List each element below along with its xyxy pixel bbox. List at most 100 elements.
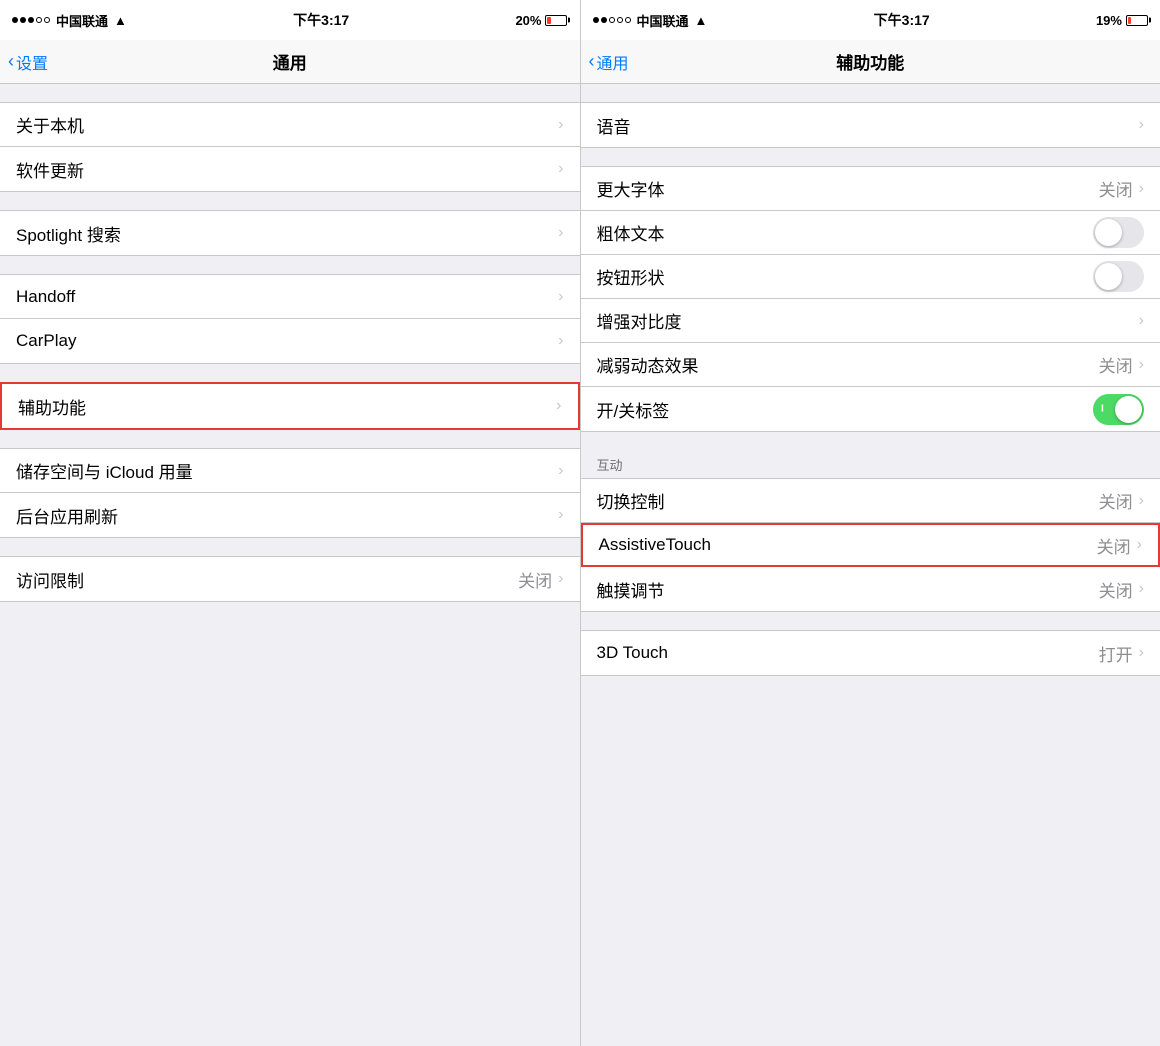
- left-nav-title: 通用: [273, 49, 307, 74]
- toggle-knob: [1095, 219, 1122, 246]
- 3d-touch-value: 打开: [1099, 641, 1133, 666]
- right-panel: 中国联通 ▲ 下午3:17 19% ‹ 通用 辅助功能 语音 ›: [581, 0, 1160, 1046]
- item-reduce-motion[interactable]: 减弱动态效果 关闭 ›: [581, 343, 1160, 387]
- section-display: 更大字体 关闭 › 粗体文本 按钮形状 增强对比度 ›: [581, 166, 1160, 432]
- larger-text-value: 关闭: [1099, 176, 1133, 201]
- item-carplay[interactable]: CarPlay ›: [0, 319, 580, 363]
- wifi-icon: ▲: [695, 13, 708, 28]
- item-spotlight[interactable]: Spotlight 搜索 ›: [0, 211, 580, 255]
- restrictions-label: 访问限制: [16, 567, 84, 592]
- larger-text-label: 更大字体: [597, 176, 665, 201]
- button-shapes-toggle[interactable]: [1093, 261, 1144, 292]
- section-handoff: Handoff › CarPlay ›: [0, 274, 580, 364]
- battery-pct-label: 20%: [515, 13, 541, 28]
- chevron-icon: ›: [558, 160, 563, 178]
- chevron-icon: ›: [1139, 492, 1144, 510]
- carplay-label: CarPlay: [16, 331, 76, 351]
- item-software-update[interactable]: 软件更新 ›: [0, 147, 580, 191]
- item-accessibility[interactable]: 辅助功能 ›: [2, 384, 578, 428]
- touch-accommodations-label: 触摸调节: [597, 577, 665, 602]
- item-touch-accommodations[interactable]: 触摸调节 关闭 ›: [581, 567, 1160, 611]
- left-back-button[interactable]: ‹ 设置: [8, 50, 48, 74]
- left-time: 下午3:17: [293, 10, 349, 30]
- chevron-icon: ›: [558, 288, 563, 306]
- left-status-right: 20%: [515, 13, 567, 28]
- item-restrictions[interactable]: 访问限制 关闭 ›: [0, 557, 580, 601]
- item-voice[interactable]: 语音 ›: [581, 103, 1160, 147]
- gap2: [0, 192, 580, 210]
- assistive-touch-label: AssistiveTouch: [599, 535, 711, 555]
- on-off-labels-toggle[interactable]: I: [1093, 394, 1144, 425]
- item-on-off-labels[interactable]: 开/关标签 I: [581, 387, 1160, 431]
- right-status-right: 19%: [1096, 13, 1148, 28]
- section-3dtouch: 3D Touch 打开 ›: [581, 630, 1160, 676]
- toggle-knob: [1095, 263, 1122, 290]
- carrier-label: 中国联通: [56, 11, 108, 30]
- section-voice: 语音 ›: [581, 102, 1160, 148]
- right-nav-title: 辅助功能: [836, 49, 904, 74]
- about-label: 关于本机: [16, 112, 84, 137]
- toggle-on-label: I: [1101, 404, 1104, 415]
- item-button-shapes[interactable]: 按钮形状: [581, 255, 1160, 299]
- interaction-header: 互动: [581, 450, 1160, 478]
- left-panel: 中国联通 ▲ 下午3:17 20% ‹ 设置 通用 关于本机 › 软件更新: [0, 0, 580, 1046]
- button-shapes-label: 按钮形状: [597, 264, 665, 289]
- gap1: [0, 84, 580, 102]
- chevron-icon: ›: [1139, 180, 1144, 198]
- right-back-button[interactable]: ‹ 通用: [589, 50, 629, 74]
- accessibility-label: 辅助功能: [18, 394, 86, 419]
- item-storage[interactable]: 储存空间与 iCloud 用量 ›: [0, 449, 580, 493]
- chevron-icon: ›: [558, 570, 563, 588]
- gap3: [0, 256, 580, 274]
- item-increase-contrast[interactable]: 增强对比度 ›: [581, 299, 1160, 343]
- software-update-label: 软件更新: [16, 157, 84, 182]
- item-about[interactable]: 关于本机 ›: [0, 103, 580, 147]
- chevron-icon: ›: [558, 116, 563, 134]
- assistive-touch-value: 关闭: [1097, 533, 1131, 558]
- chevron-icon: ›: [1139, 356, 1144, 374]
- item-handoff[interactable]: Handoff ›: [0, 275, 580, 319]
- section-accessibility: 辅助功能 ›: [0, 382, 580, 430]
- touch-accommodations-value: 关闭: [1099, 577, 1133, 602]
- right-status-left: 中国联通 ▲: [593, 11, 708, 30]
- section-about: 关于本机 › 软件更新 ›: [0, 102, 580, 192]
- section-storage: 储存空间与 iCloud 用量 › 后台应用刷新 ›: [0, 448, 580, 538]
- back-label: 通用: [597, 50, 629, 74]
- toggle-knob: [1115, 396, 1142, 423]
- gap-r5: [581, 676, 1160, 694]
- bold-text-label: 粗体文本: [597, 220, 665, 245]
- gap5: [0, 430, 580, 448]
- section-spotlight: Spotlight 搜索 ›: [0, 210, 580, 256]
- bold-text-toggle[interactable]: [1093, 217, 1144, 248]
- item-assistive-touch[interactable]: AssistiveTouch 关闭 ›: [581, 523, 1160, 567]
- left-settings-content: 关于本机 › 软件更新 › Spotlight 搜索 › Handoff ›: [0, 84, 580, 1046]
- gap7: [0, 602, 580, 620]
- right-settings-content: 语音 › 更大字体 关闭 › 粗体文本 按钮形状: [581, 84, 1160, 1046]
- on-off-labels-label: 开/关标签: [597, 397, 670, 422]
- gap-r1: [581, 84, 1160, 102]
- increase-contrast-label: 增强对比度: [597, 308, 682, 333]
- signal-icon: [593, 17, 631, 23]
- item-larger-text[interactable]: 更大字体 关闭 ›: [581, 167, 1160, 211]
- wifi-icon: ▲: [114, 13, 127, 28]
- reduce-motion-label: 减弱动态效果: [597, 352, 699, 377]
- item-background-refresh[interactable]: 后台应用刷新 ›: [0, 493, 580, 537]
- section-interaction: 切换控制 关闭 › AssistiveTouch 关闭 › 触摸调节 关闭 ›: [581, 478, 1160, 612]
- right-nav-bar: ‹ 通用 辅助功能: [581, 40, 1160, 84]
- chevron-icon: ›: [558, 506, 563, 524]
- item-3d-touch[interactable]: 3D Touch 打开 ›: [581, 631, 1160, 675]
- item-bold-text[interactable]: 粗体文本: [581, 211, 1160, 255]
- battery-icon: [545, 15, 567, 26]
- voice-label: 语音: [597, 113, 631, 138]
- handoff-label: Handoff: [16, 287, 75, 307]
- battery-pct-label: 19%: [1096, 13, 1122, 28]
- chevron-icon: ›: [556, 397, 561, 415]
- chevron-icon: ›: [1139, 644, 1144, 662]
- chevron-icon: ›: [558, 462, 563, 480]
- left-nav-bar: ‹ 设置 通用: [0, 40, 580, 84]
- back-chevron-icon: ‹: [589, 51, 595, 72]
- item-switch-control[interactable]: 切换控制 关闭 ›: [581, 479, 1160, 523]
- left-status-bar: 中国联通 ▲ 下午3:17 20%: [0, 0, 580, 40]
- restrictions-value: 关闭: [518, 567, 552, 592]
- back-label: 设置: [16, 50, 48, 74]
